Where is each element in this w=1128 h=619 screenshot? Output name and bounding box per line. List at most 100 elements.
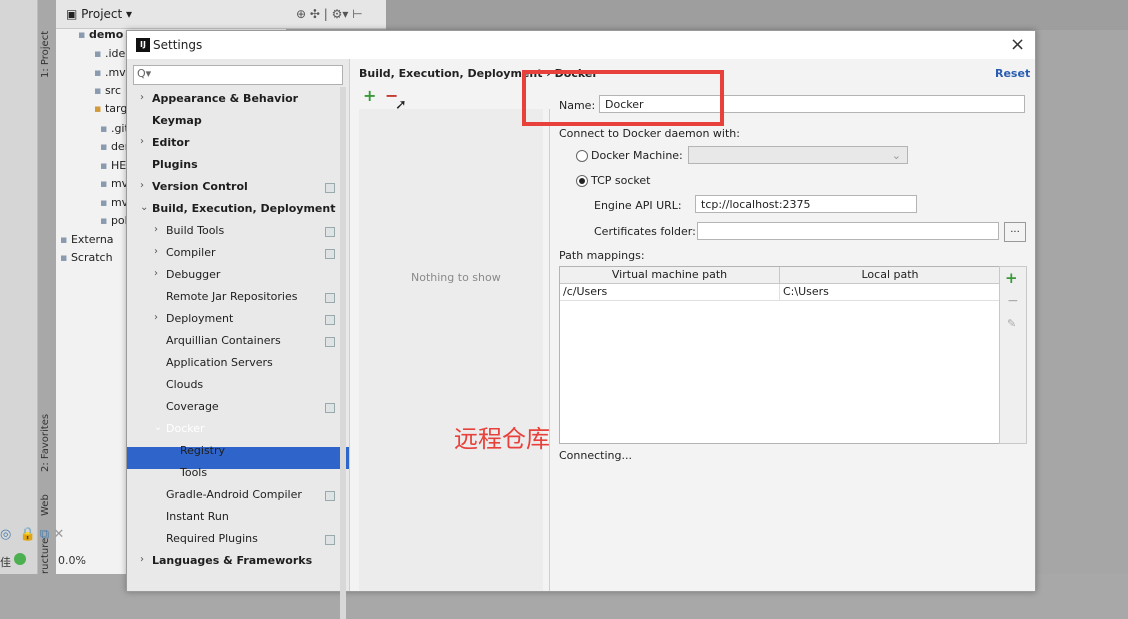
sidebar-item[interactable]: Build, Execution, Deployment xyxy=(152,198,335,220)
settings-sidebar: Q▾ Appearance & Behavior › Keymap Editor › Pl… xyxy=(127,59,350,619)
web-tool-tab[interactable]: Web xyxy=(40,486,54,516)
sidebar-item[interactable]: Compiler xyxy=(166,242,216,264)
tree-item[interactable]: ▪ der xyxy=(100,140,129,153)
edit-mapping-icon[interactable]: ✎ xyxy=(1007,317,1016,330)
tree-item[interactable]: ▪ .git xyxy=(100,122,129,135)
folder-icon: ▪ xyxy=(78,28,89,41)
sidebar-item-label: Coverage xyxy=(166,400,219,413)
selected-row-highlight xyxy=(127,447,349,469)
sidebar-item[interactable]: Editor xyxy=(152,132,189,154)
sidebar-item-label: Gradle-Android Compiler xyxy=(166,488,302,501)
tree-item[interactable]: ▪ targ xyxy=(94,102,127,115)
sidebar-item-label: Keymap xyxy=(152,114,202,127)
sidebar-item[interactable]: Keymap xyxy=(152,110,202,132)
sidebar-item[interactable]: Plugins xyxy=(152,154,198,176)
remove-mapping-icon[interactable]: − xyxy=(1007,293,1019,309)
settings-search-input[interactable]: Q▾ xyxy=(133,65,343,85)
sidebar-item-label: Registry xyxy=(180,444,226,457)
favorites-tool-tab[interactable]: 2: Favorites xyxy=(40,400,54,472)
chevron-down-icon[interactable]: ⌄ xyxy=(154,422,162,433)
status-percentage: 0.0% xyxy=(58,554,86,567)
chevron-right-icon[interactable]: › xyxy=(154,268,158,279)
chevron-right-icon[interactable]: › xyxy=(140,136,144,147)
sidebar-item-label: Languages & Frameworks xyxy=(152,554,313,567)
sidebar-item[interactable]: Build Tools xyxy=(166,220,224,242)
project-dropdown[interactable]: ▣ Project ▾ xyxy=(66,7,132,21)
chevron-down-icon[interactable]: ⌄ xyxy=(140,202,148,213)
chevron-right-icon[interactable]: › xyxy=(140,554,144,565)
splitter[interactable] xyxy=(549,109,550,591)
sidebar-item-label: Tools xyxy=(180,466,208,479)
sidebar-item[interactable]: Gradle-Android Compiler xyxy=(166,484,302,506)
sidebar-item-label: Instant Run xyxy=(166,510,229,523)
bottom-icons[interactable]: ◎ 🔒 ⧉ ✕ xyxy=(0,527,64,542)
add-mapping-icon[interactable]: + xyxy=(1005,269,1018,287)
tree-item[interactable]: ▪ Externa xyxy=(60,233,114,246)
connect-label: Connect to Docker daemon with: xyxy=(559,127,740,140)
tree-item[interactable]: ▪ pol xyxy=(100,214,128,227)
tree-item[interactable]: ▪ demo xyxy=(78,28,123,41)
chevron-right-icon[interactable]: › xyxy=(140,92,144,103)
sidebar-item[interactable]: Instant Run xyxy=(166,506,229,528)
sidebar-item-label: Application Servers xyxy=(166,356,273,369)
sidebar-item[interactable]: Debugger xyxy=(166,264,220,286)
sidebar-item[interactable]: Version Control xyxy=(152,176,248,198)
sidebar-item-label: Remote Jar Repositories xyxy=(166,290,298,303)
browse-button[interactable]: ... xyxy=(1004,222,1026,242)
project-tool-tab[interactable]: 1: Project xyxy=(40,8,54,78)
docker-machine-radio[interactable] xyxy=(576,150,588,162)
chevron-right-icon[interactable]: › xyxy=(154,312,158,323)
folder-icon: ▪ xyxy=(100,196,111,209)
sidebar-item[interactable]: Registry xyxy=(180,440,225,462)
sidebar-item[interactable]: Remote Jar Repositories xyxy=(166,286,297,308)
sidebar-item[interactable]: Clouds xyxy=(166,374,203,396)
dialog-title: Settings xyxy=(153,38,203,52)
search-icon: Q▾ xyxy=(137,67,152,80)
tcp-socket-radio[interactable] xyxy=(576,175,588,187)
sidebar-item[interactable]: Tools xyxy=(180,462,207,484)
sidebar-item-label: Docker xyxy=(166,422,205,435)
project-label: Project xyxy=(81,7,123,21)
sidebar-item[interactable]: Application Servers xyxy=(166,352,273,374)
tree-item[interactable]: ▪ mv xyxy=(100,177,128,190)
project-toolbar-icons[interactable]: ⊕ ✣ | ⚙▾ ⊢ xyxy=(296,7,363,21)
status-cn: 佳 xyxy=(0,556,11,569)
status-indicator-icon xyxy=(14,553,26,565)
tree-item-label: .mv xyxy=(104,66,126,79)
engine-api-field[interactable]: tcp://localhost:2375 xyxy=(695,195,917,213)
docker-list[interactable] xyxy=(359,109,543,591)
chevron-right-icon[interactable]: › xyxy=(140,180,144,191)
sidebar-item[interactable]: Docker xyxy=(166,418,205,440)
docker-machine-label: Docker Machine: xyxy=(591,149,683,162)
column-header-local-path[interactable]: Local path xyxy=(780,267,1000,284)
project-scope-icon xyxy=(325,249,335,259)
project-scope-icon xyxy=(325,183,335,193)
sidebar-item[interactable]: Deployment xyxy=(166,308,233,330)
reset-link[interactable]: Reset xyxy=(995,67,1030,80)
sidebar-item[interactable]: Languages & Frameworks xyxy=(152,550,312,572)
docker-machine-select[interactable]: ⌄ xyxy=(688,146,908,164)
sidebar-scrollbar[interactable] xyxy=(340,87,346,619)
add-button[interactable]: + xyxy=(363,86,376,105)
close-icon[interactable]: × xyxy=(1010,34,1025,55)
tree-item[interactable]: ▪ .mv xyxy=(94,66,126,79)
table-cell-local-path[interactable]: C:\Users xyxy=(780,284,1000,301)
chevron-right-icon[interactable]: › xyxy=(154,246,158,257)
sidebar-item[interactable]: Appearance & Behavior xyxy=(152,88,298,110)
chevron-right-icon[interactable]: › xyxy=(154,224,158,235)
tree-item[interactable]: ▪ Scratch xyxy=(60,251,113,264)
certs-field[interactable] xyxy=(697,222,999,240)
sidebar-item[interactable]: Coverage xyxy=(166,396,219,418)
tree-item[interactable]: ▪ mv xyxy=(100,196,128,209)
tree-item[interactable]: ▪ .ide xyxy=(94,47,125,60)
sidebar-item[interactable]: Arquillian Containers xyxy=(166,330,281,352)
table-cell-vm-path[interactable]: /c/Users xyxy=(560,284,780,301)
tree-item[interactable]: ▪ src xyxy=(94,84,121,97)
status-bar: 佳 0.0% xyxy=(0,548,130,574)
path-mappings-table[interactable]: Virtual machine path Local path /c/Users… xyxy=(559,266,1001,444)
column-header-vm-path[interactable]: Virtual machine path xyxy=(560,267,780,284)
sidebar-item[interactable]: Required Plugins xyxy=(166,528,258,550)
sidebar-item-label: Clouds xyxy=(166,378,204,391)
tree-item[interactable]: ▪ HEI xyxy=(100,159,129,172)
project-scope-icon xyxy=(325,315,335,325)
